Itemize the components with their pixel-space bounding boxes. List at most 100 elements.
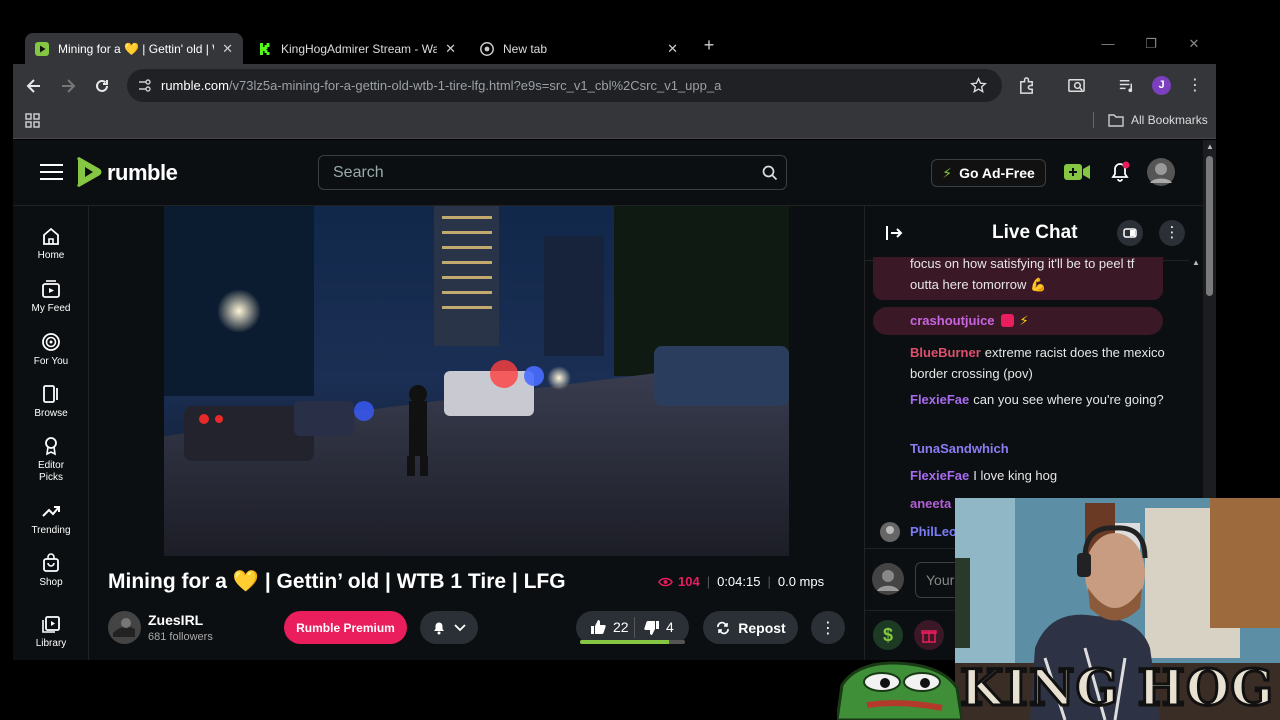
nav-label: Editor Picks	[37, 460, 65, 483]
chat-message: focus on how satisfying it'll be to peel…	[910, 253, 1165, 295]
chat-username[interactable]: PhilLeo	[910, 524, 957, 539]
nav-label: Trending	[31, 525, 71, 536]
profile-avatar[interactable]: J	[1152, 76, 1171, 95]
collapse-chat-icon[interactable]	[885, 224, 903, 242]
forward-arrow-icon[interactable]	[58, 76, 78, 96]
go-ad-free-label: Go Ad-Free	[959, 165, 1035, 181]
reload-icon[interactable]	[92, 76, 112, 96]
nav-home[interactable]: Home	[13, 226, 89, 261]
url-domain: rumble.com	[161, 78, 229, 93]
chat-username[interactable]: crashoutjuice	[910, 313, 995, 328]
tab-title: New tab	[503, 41, 548, 56]
thumbs-down-icon[interactable]	[644, 620, 660, 636]
chrome-favicon-icon	[480, 41, 494, 56]
chat-username[interactable]: FlexieFae	[910, 392, 969, 407]
rumble-favicon-icon	[35, 41, 49, 56]
browser-tab-active[interactable]: Mining for a 💛 | Gettin' old | WTB 1 Tir…	[25, 33, 243, 64]
bookmark-star-icon[interactable]	[970, 77, 987, 94]
page-scroll-thumb[interactable]	[1206, 156, 1213, 296]
rumble-logo-icon[interactable]	[74, 156, 104, 188]
page-scroll-up-icon[interactable]: ▲	[1206, 142, 1214, 151]
rumble-premium-button[interactable]: Rumble Premium	[284, 611, 407, 644]
library-icon	[42, 616, 60, 633]
chat-message: FlexieFae can you see where you're going?	[910, 389, 1165, 410]
chat-popout-button[interactable]	[1117, 220, 1143, 246]
browser-tab-bar: Mining for a 💛 | Gettin' old | WTB 1 Tir…	[0, 0, 1280, 64]
tab-close-icon[interactable]: ✕	[222, 41, 233, 57]
rating-divider	[634, 617, 635, 638]
lightning-badge-icon: ⚡	[1019, 313, 1029, 328]
video-player[interactable]	[164, 206, 789, 556]
browser-tab[interactable]: KingHogAdmirer Stream - Watch ✕	[248, 33, 466, 64]
cast-search-icon[interactable]	[1067, 76, 1086, 95]
close-window-icon[interactable]: ✕	[1184, 36, 1204, 52]
chat-username[interactable]: FlexieFae	[910, 468, 969, 483]
browser-tab[interactable]: New tab ✕	[470, 33, 688, 64]
channel-avatar[interactable]	[108, 611, 141, 644]
eye-icon	[658, 577, 673, 586]
search-icon[interactable]	[762, 165, 778, 181]
chat-message: crashoutjuice ⚡	[910, 310, 1165, 331]
more-options-icon[interactable]: ⋮	[811, 611, 845, 644]
heart-emoji: 💛	[232, 570, 259, 593]
thumbs-up-icon[interactable]	[590, 619, 606, 635]
extensions-icon[interactable]	[1017, 76, 1036, 95]
all-bookmarks-link[interactable]: All Bookmarks	[1131, 113, 1208, 127]
minimize-icon[interactable]: —	[1098, 36, 1118, 51]
feed-icon	[42, 280, 60, 298]
restore-icon[interactable]: ❐	[1141, 36, 1161, 52]
shop-icon	[43, 553, 59, 572]
king-hog-banner: KING HOG	[958, 657, 1275, 719]
nav-label: Library	[35, 638, 67, 649]
chevron-down-icon	[454, 623, 466, 631]
stream-speed: 0.0 mps	[777, 574, 825, 589]
rant-dollar-icon[interactable]: $	[873, 620, 903, 650]
nav-trending[interactable]: Trending	[13, 501, 89, 536]
like-ratio-bar	[580, 640, 685, 644]
chat-username[interactable]: TunaSandwhich	[910, 441, 1009, 456]
nav-shop[interactable]: Shop	[13, 553, 89, 588]
channel-name[interactable]: ZuesIRL	[148, 612, 203, 628]
user-avatar[interactable]	[1147, 158, 1175, 186]
search-bar[interactable]	[318, 155, 787, 190]
apps-grid-icon[interactable]	[25, 113, 40, 128]
notifications-bell-icon[interactable]	[1110, 161, 1130, 183]
chat-username[interactable]: aneeta	[910, 496, 951, 511]
address-bar[interactable]: rumble.com/v73lz5a-mining-for-a-gettin-o…	[127, 69, 1002, 102]
go-live-camera-icon[interactable]	[1064, 161, 1091, 183]
bell-icon	[434, 622, 444, 635]
scroll-up-arrow-icon[interactable]: ▲	[1192, 258, 1200, 267]
chat-scrollbar[interactable]: ▲	[1191, 258, 1201, 488]
repost-label: Repost	[738, 619, 786, 636]
gift-button[interactable]	[914, 620, 944, 650]
site-info-icon[interactable]	[137, 78, 152, 93]
chat-username[interactable]: BlueBurner	[910, 345, 981, 360]
new-tab-plus-icon[interactable]: +	[700, 36, 718, 54]
browser-menu-icon[interactable]: ⋮	[1185, 76, 1205, 96]
repost-button[interactable]: Repost	[703, 611, 798, 644]
nav-library[interactable]: Library	[13, 614, 89, 649]
chat-menu-icon[interactable]: ⋮	[1159, 220, 1185, 246]
kick-favicon-icon	[258, 41, 272, 56]
tab-close-icon[interactable]: ✕	[445, 41, 456, 57]
video-stats: 104 | 0:04:15 | 0.0 mps	[658, 574, 824, 589]
stats-separator: |	[706, 574, 711, 589]
notification-dropdown[interactable]	[420, 611, 478, 644]
dislike-count: 4	[666, 619, 674, 635]
nav-browse[interactable]: Browse	[13, 384, 89, 419]
chat-message: BlueBurner extreme racist does the mexico…	[910, 342, 1165, 384]
hamburger-menu-icon[interactable]	[40, 163, 63, 181]
like-ratio-fill	[580, 640, 670, 644]
media-control-icon[interactable]	[1117, 76, 1136, 95]
home-icon	[43, 227, 59, 245]
go-ad-free-button[interactable]: ⚡ Go Ad-Free	[931, 159, 1046, 187]
back-arrow-icon[interactable]	[24, 76, 44, 96]
my-chat-avatar	[872, 563, 904, 595]
tab-close-icon[interactable]: ✕	[667, 41, 678, 57]
bookmarks-divider	[1093, 112, 1094, 128]
nav-editor-picks[interactable]: Editor Picks	[13, 436, 89, 484]
rumble-logo-text[interactable]: rumble	[107, 160, 178, 186]
search-input[interactable]	[333, 163, 753, 183]
nav-my-feed[interactable]: My Feed	[13, 279, 89, 314]
nav-for-you[interactable]: For You	[13, 332, 89, 367]
